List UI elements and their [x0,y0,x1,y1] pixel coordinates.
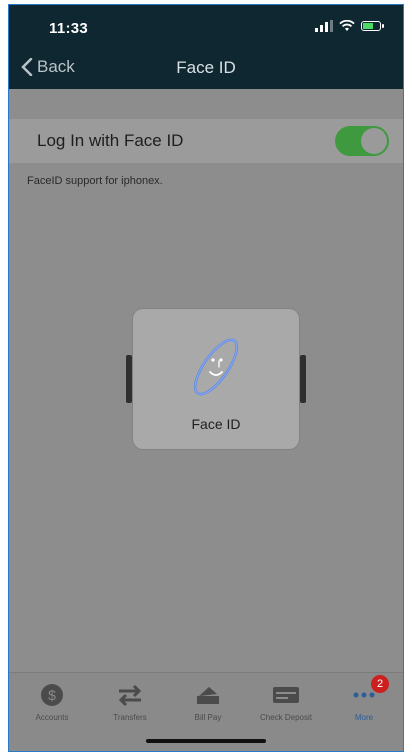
tab-check-deposit[interactable]: Check Deposit [247,683,325,722]
check-deposit-icon [273,687,299,703]
toggle-knob [361,128,387,154]
status-time: 11:33 [49,20,89,37]
modal-side-bar-left [126,355,132,403]
cellular-signal-icon [315,20,333,32]
home-indicator[interactable] [146,739,266,743]
face-id-overlay: Face ID [133,309,299,449]
tab-bill-pay-label: Bill Pay [194,713,222,722]
status-icons [315,20,384,32]
transfer-arrows-icon [118,684,142,706]
face-id-overlay-label: Face ID [191,416,241,432]
tab-transfers[interactable]: Transfers [91,683,169,722]
tab-accounts-label: Accounts [35,713,69,722]
more-dots-icon [353,692,375,698]
face-id-toggle[interactable] [335,126,389,156]
tab-accounts[interactable]: $ Accounts [13,683,91,722]
tab-transfers-label: Transfers [113,713,147,722]
notification-badge: 2 [371,675,389,693]
face-id-icon [193,338,239,396]
bill-pay-icon [197,687,219,704]
phone-screen: 11:33 Back Face ID Log In with Face ID F… [8,4,404,752]
svg-text:$: $ [48,687,56,703]
tab-check-deposit-label: Check Deposit [259,713,313,722]
modal-side-bar-right [300,355,306,403]
battery-icon [361,21,384,31]
dollar-icon: $ [41,684,63,706]
tab-more-label: More [354,713,374,722]
setting-description: FaceID support for iphonex. [27,175,163,187]
tab-more[interactable]: 2 More [325,675,403,722]
page-title: Face ID [176,58,236,77]
face-id-setting-label: Log In with Face ID [37,131,184,150]
top-bar: 11:33 Back Face ID [9,5,403,89]
wifi-icon [339,20,355,31]
tab-bar: $ Accounts Transfers Bill Pay Check Depo… [9,672,403,751]
face-id-setting-row: Log In with Face ID [9,119,403,163]
tab-bill-pay[interactable]: Bill Pay [169,683,247,722]
